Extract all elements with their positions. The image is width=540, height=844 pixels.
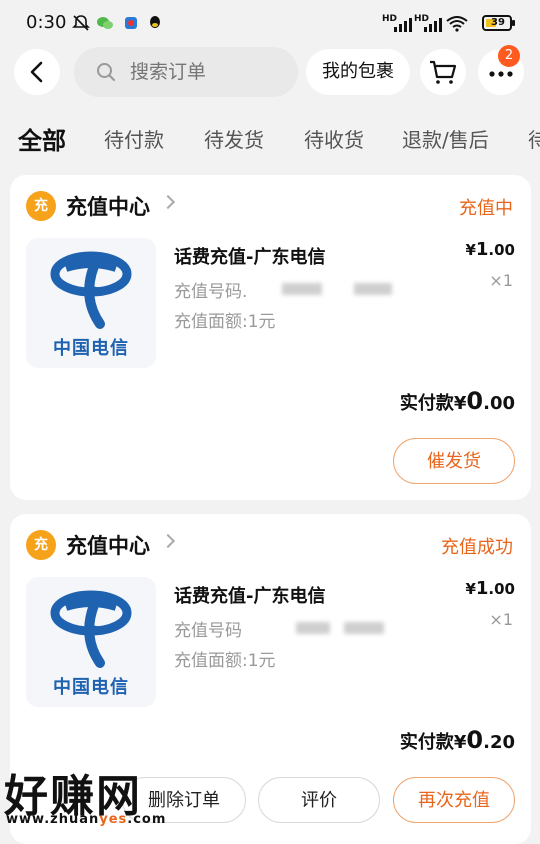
tab-all[interactable]: 全部 <box>18 121 66 156</box>
price-integer: 1 <box>475 239 489 260</box>
currency-symbol: ¥ <box>465 241 476 259</box>
battery-level: 39 <box>491 17 505 28</box>
paid-integer: 0 <box>466 726 484 754</box>
watermark: 好赚网 www.zhuanyes.com <box>4 760 200 830</box>
tab-pending-receipt[interactable]: 待收货 <box>304 124 364 153</box>
search-bar[interactable] <box>74 47 298 97</box>
shop-name[interactable]: 充值中心 <box>66 530 150 560</box>
product-image[interactable]: 中国电信 <box>26 577 156 707</box>
amount-paid: 实付款¥0.20 <box>400 726 515 754</box>
recharge-number: 充值号码 <box>174 621 242 641</box>
search-icon <box>97 63 115 81</box>
watermark-url-suffix: .com <box>127 812 167 827</box>
recharge-face-value: 充值面额:1元 <box>174 312 276 332</box>
product-title[interactable]: 话费充值-广东电信 <box>174 582 325 608</box>
back-button[interactable] <box>14 49 60 95</box>
product-logo-caption: 中国电信 <box>53 338 129 359</box>
order-status: 充值成功 <box>441 537 513 558</box>
recharge-number: 充值号码. <box>174 282 248 302</box>
recharge-again-button[interactable]: 再次充值 <box>393 777 515 823</box>
app-notification-icon <box>125 17 137 29</box>
paid-label: 实付款 <box>399 732 454 753</box>
recharge-face-value: 充值面额:1元 <box>174 651 276 671</box>
back-arrow-icon <box>30 61 43 83</box>
signal-icon <box>394 18 412 32</box>
search-input[interactable] <box>130 59 290 85</box>
redacted-number <box>344 622 384 634</box>
redacted-number <box>282 283 322 295</box>
wifi-icon <box>446 16 468 32</box>
redacted-number <box>354 283 392 295</box>
paid-decimal: .20 <box>483 732 515 753</box>
china-telecom-logo-icon <box>50 590 132 668</box>
paid-label: 实付款 <box>399 393 454 414</box>
unit-price: ¥1.00 <box>465 239 515 260</box>
status-bar: 0:30 HD HD 39 <box>0 0 540 48</box>
quantity: ×1 <box>489 271 513 290</box>
paid-decimal: .00 <box>483 393 515 414</box>
order-tabs: 全部 待付款 待发货 待收货 退款/售后 待 <box>0 118 540 164</box>
wechat-icon <box>97 17 113 29</box>
mute-bell-icon <box>72 15 90 31</box>
currency-symbol: ¥ <box>453 393 467 414</box>
price-decimal: .00 <box>488 241 515 259</box>
battery-icon: 39 <box>482 15 515 31</box>
product-logo-caption: 中国电信 <box>53 677 129 698</box>
watermark-url-prefix: www.zhuan <box>6 812 100 827</box>
cart-button[interactable] <box>420 49 466 95</box>
status-time: 0:30 <box>26 12 67 33</box>
qq-icon <box>150 16 160 28</box>
chevron-right-icon <box>160 533 176 549</box>
notification-badge: 2 <box>498 45 520 67</box>
shop-name[interactable]: 充值中心 <box>66 191 150 221</box>
watermark-url-highlight: yes <box>99 812 128 827</box>
shop-icon: 充 <box>26 191 56 221</box>
price-integer: 1 <box>475 578 489 599</box>
currency-symbol: ¥ <box>465 580 476 598</box>
tab-pending-shipment[interactable]: 待发货 <box>204 124 264 153</box>
tab-pending-payment[interactable]: 待付款 <box>104 124 164 153</box>
review-button[interactable]: 评价 <box>258 777 380 823</box>
order-card[interactable]: 充 充值中心 充值中 中国电信 话费充值-广东电信 充值号码. 充值面额:1元 … <box>10 175 531 500</box>
order-status: 充值中 <box>459 198 513 219</box>
product-title[interactable]: 话费充值-广东电信 <box>174 243 325 269</box>
currency-symbol: ¥ <box>453 732 467 753</box>
watermark-url: www.zhuanyes.com <box>6 812 166 827</box>
unit-price: ¥1.00 <box>465 578 515 599</box>
tab-refund-aftersale[interactable]: 退款/售后 <box>402 124 489 153</box>
signal-icon-2 <box>424 18 442 32</box>
amount-paid: 实付款¥0.00 <box>400 387 515 415</box>
china-telecom-logo-icon <box>50 251 132 329</box>
shop-icon: 充 <box>26 530 56 560</box>
chevron-right-icon <box>160 194 176 210</box>
tab-pending-review[interactable]: 待 <box>528 124 540 153</box>
quantity: ×1 <box>489 610 513 629</box>
price-decimal: .00 <box>488 580 515 598</box>
urge-shipment-button[interactable]: 催发货 <box>393 438 515 484</box>
my-packages-button[interactable]: 我的包裹 <box>306 49 410 95</box>
cart-icon <box>430 60 457 84</box>
product-image[interactable]: 中国电信 <box>26 238 156 368</box>
redacted-number <box>296 622 330 634</box>
paid-integer: 0 <box>466 387 484 415</box>
